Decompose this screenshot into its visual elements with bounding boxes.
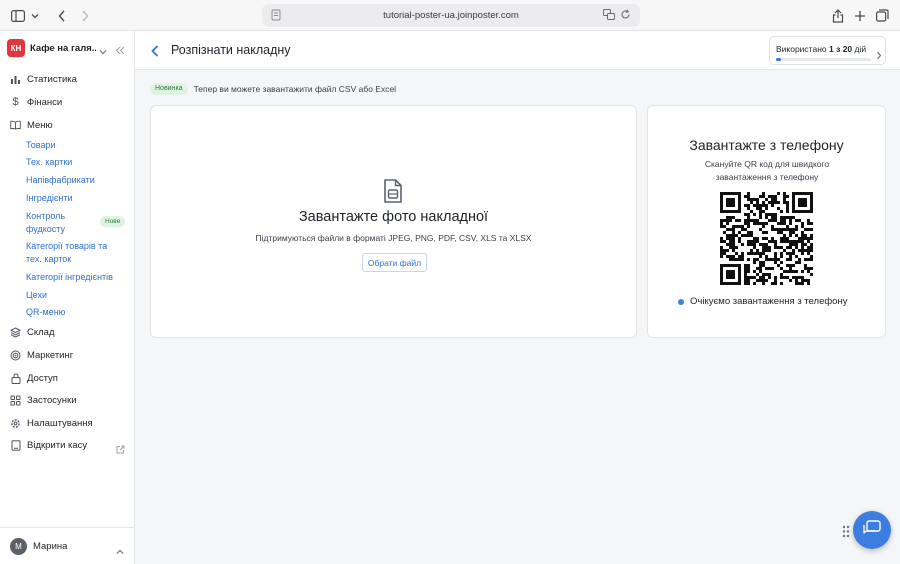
qr-code	[720, 192, 813, 285]
status-text: Очікуємо завантаження з телефону	[690, 296, 848, 307]
tabs-overview-icon[interactable]	[876, 7, 889, 24]
org-switcher[interactable]: КН Кафе на галя...	[7, 39, 129, 57]
usage-text: Використано 1 з 20 дій	[776, 44, 866, 54]
back-button[interactable]	[151, 44, 159, 62]
sidebar-item-open-pos[interactable]: Відкрити касу	[0, 436, 134, 454]
back-arrow-icon[interactable]	[58, 7, 66, 24]
sidebar-item-label: Статистика	[27, 73, 77, 85]
upload-card[interactable]: Завантажте фото накладної Підтримуються …	[150, 105, 637, 338]
sidebar-item-label: Доступ	[27, 372, 58, 384]
chart-icon	[10, 74, 21, 85]
collapse-sidebar-icon[interactable]	[115, 42, 125, 60]
upload-subtitle: Підтримуються файли в форматі JPEG, PNG,…	[255, 233, 532, 243]
sidebar-item-statistics[interactable]: Статистика	[0, 70, 134, 88]
target-icon	[10, 350, 21, 361]
phone-upload-subtitle: Скануйте QR код для швидкого завантаженн…	[704, 159, 830, 182]
sidebar-item-warehouse[interactable]: Склад	[0, 323, 134, 341]
sidebar-item-label: Застосунки	[27, 394, 77, 406]
translate-icon[interactable]	[603, 9, 615, 23]
org-badge: КН	[7, 39, 25, 57]
upload-status: Очікуємо завантаження з телефону	[678, 296, 847, 307]
chevron-up-icon[interactable]	[116, 542, 124, 560]
forward-arrow-icon[interactable]	[81, 7, 89, 24]
org-name: Кафе на галя...	[30, 42, 96, 54]
menu-sub-tech-cards[interactable]: Тех. картки	[26, 156, 118, 169]
external-link-icon	[116, 441, 125, 459]
drag-handle-icon[interactable]	[842, 525, 850, 543]
menu-sub-ingredient-categories[interactable]: Категорії інгредієнтів	[26, 271, 126, 284]
feature-notice: Новинка Тепер ви можете завантажити файл…	[150, 82, 396, 95]
menu-sub-ingredients[interactable]: Інгредієнти	[26, 192, 118, 205]
user-name: Марина	[33, 540, 68, 552]
usage-progress-bar	[776, 58, 871, 61]
page-title: Розпізнати накладну	[171, 43, 291, 57]
menu-sub-products[interactable]: Товари	[26, 139, 118, 152]
usage-count: 1 з 20	[829, 44, 853, 54]
usage-prefix: Використано	[776, 44, 827, 54]
address-bar[interactable]: tutorial-poster-ua.joinposter.com	[262, 4, 640, 27]
usage-widget[interactable]: Використано 1 з 20 дій	[769, 36, 886, 65]
book-icon	[10, 120, 21, 131]
menu-sub-food-cost[interactable]: Контроль фудкосту	[26, 210, 94, 235]
apps-icon	[10, 395, 21, 406]
avatar: М	[10, 537, 27, 555]
status-dot-icon	[678, 298, 684, 305]
share-icon[interactable]	[832, 7, 844, 24]
chevron-right-icon	[876, 47, 882, 65]
usage-progress-fill	[776, 58, 781, 61]
page-header: Розпізнати накладну Використано 1 з 20 д…	[135, 31, 900, 70]
user-menu[interactable]: М Марина	[0, 527, 134, 564]
sidebar-item-marketing[interactable]: Маркетинг	[0, 346, 134, 364]
gear-icon	[10, 418, 21, 429]
tablet-icon	[10, 439, 21, 451]
usage-suffix: дій	[854, 44, 867, 54]
sidebar: КН Кафе на галя... Статистика $ Фінанси …	[0, 31, 135, 564]
sidebar-toggle-icon[interactable]	[11, 7, 25, 24]
new-feature-badge: Новинка	[150, 82, 188, 95]
new-tab-icon[interactable]	[854, 7, 866, 24]
choose-file-button[interactable]: Обрати файл	[362, 253, 427, 272]
chat-icon	[863, 519, 881, 541]
reload-icon[interactable]	[620, 9, 631, 23]
layers-icon	[10, 326, 21, 338]
upload-title: Завантажте фото накладної	[298, 209, 489, 225]
sidebar-item-label: Маркетинг	[27, 349, 74, 361]
chevron-down-icon[interactable]	[99, 42, 107, 60]
new-badge: Нове	[100, 216, 126, 227]
sidebar-item-label: Налаштування	[27, 417, 93, 429]
sidebar-item-label: Відкрити касу	[27, 439, 88, 451]
sidebar-item-menu[interactable]: Меню	[0, 116, 134, 134]
support-chat-button[interactable]	[853, 511, 891, 549]
sidebar-item-access[interactable]: Доступ	[0, 369, 134, 387]
sidebar-item-finance[interactable]: $ Фінанси	[0, 93, 134, 111]
document-icon	[383, 178, 403, 209]
browser-toolbar: tutorial-poster-ua.joinposter.com	[0, 0, 900, 31]
chevron-down-icon[interactable]	[31, 7, 39, 24]
menu-sub-workshops[interactable]: Цехи	[26, 289, 118, 302]
site-settings-icon[interactable]	[271, 9, 281, 24]
sidebar-item-label: Меню	[27, 119, 53, 131]
sidebar-item-label: Фінанси	[27, 96, 63, 108]
menu-sub-qr-menu[interactable]: QR-меню	[26, 306, 118, 319]
sidebar-item-apps[interactable]: Застосунки	[0, 391, 134, 409]
menu-sub-semi-products[interactable]: Напівфабрикати	[26, 174, 118, 187]
url-text: tutorial-poster-ua.joinposter.com	[383, 10, 519, 21]
sidebar-item-label: Склад	[27, 326, 55, 338]
dollar-icon: $	[12, 96, 19, 108]
lock-icon	[10, 372, 21, 384]
sidebar-item-settings[interactable]: Налаштування	[0, 414, 134, 432]
notice-text: Тепер ви можете завантажити файл CSV або…	[193, 83, 397, 94]
menu-sub-product-categories[interactable]: Категорії товарів та тех. карток	[26, 240, 118, 265]
phone-upload-card: Завантажте з телефону Скануйте QR код дл…	[647, 105, 886, 338]
phone-upload-title: Завантажте з телефону	[689, 137, 844, 153]
